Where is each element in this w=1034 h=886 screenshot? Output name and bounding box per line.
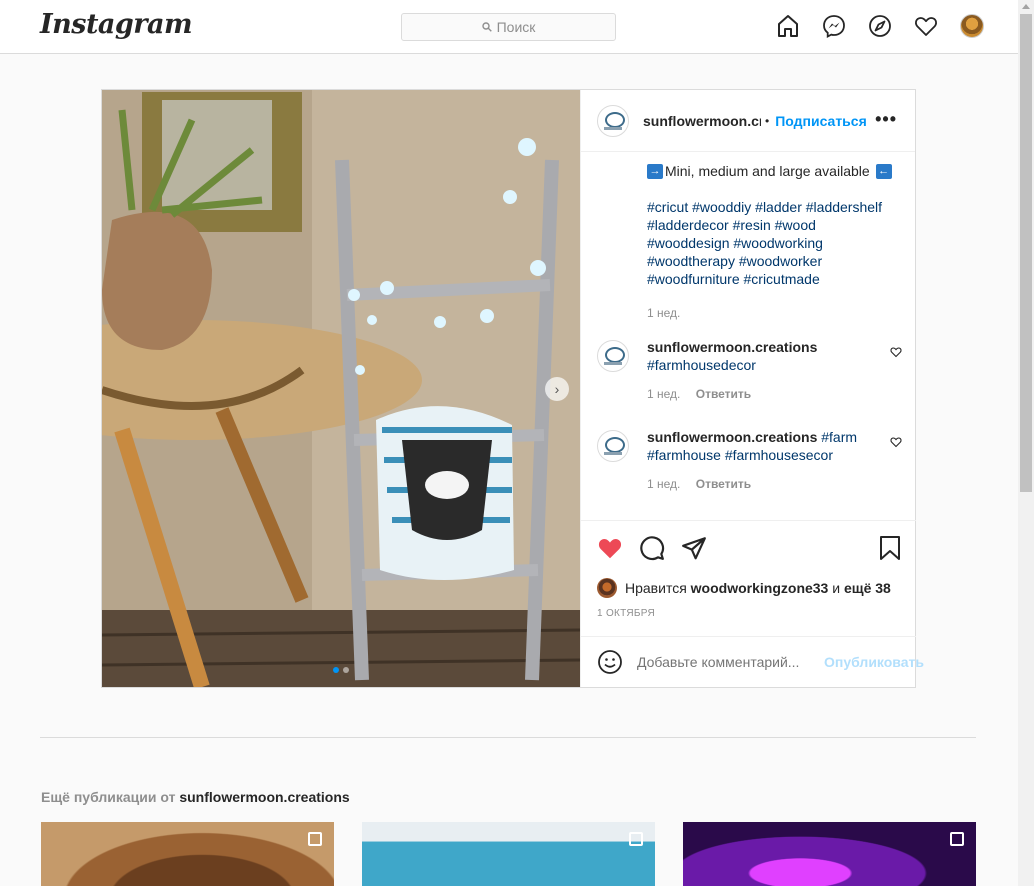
follow-button[interactable]: Подписаться	[775, 113, 867, 129]
save-bookmark-icon[interactable]	[878, 535, 902, 561]
liker-username[interactable]: woodworkingzone33	[691, 580, 829, 596]
messenger-icon[interactable]	[822, 14, 846, 38]
home-icon[interactable]	[776, 14, 800, 38]
more-post-thumbnail[interactable]	[41, 822, 334, 886]
comment-username[interactable]: sunflowermoon.creations	[647, 339, 817, 355]
author-avatar[interactable]	[597, 104, 629, 137]
post-header: sunflowermoon.cre • Подписаться •••	[581, 90, 915, 152]
share-icon[interactable]	[681, 535, 707, 561]
activity-heart-icon[interactable]	[914, 14, 938, 38]
likes-and: и	[832, 580, 841, 596]
post-photo[interactable]: ›	[102, 90, 580, 687]
comment-icon[interactable]	[639, 535, 665, 561]
post-date[interactable]: 1 ОКТЯБРЯ	[597, 608, 655, 619]
commenter-avatar[interactable]	[597, 340, 629, 372]
explore-icon[interactable]	[868, 14, 892, 38]
commenter-avatar[interactable]	[597, 430, 629, 462]
more-from-username[interactable]: sunflowermoon.creations	[179, 789, 349, 805]
comment-meta: 1 нед. Ответить	[647, 477, 902, 491]
likes-prefix: Нравится	[625, 580, 687, 596]
comment: sunflowermoon.creations #farmhousedecor …	[597, 338, 902, 401]
liked-heart-icon[interactable]	[597, 535, 623, 561]
more-post-thumbnail[interactable]	[362, 822, 655, 886]
liker-avatar[interactable]	[597, 578, 617, 598]
comment-time[interactable]: 1 нед.	[647, 477, 680, 491]
instagram-logo[interactable]: Instagram	[40, 9, 193, 40]
more-post-thumbnail[interactable]	[683, 822, 976, 886]
comment-like-heart-icon[interactable]	[890, 346, 902, 358]
multiple-photos-icon	[629, 832, 643, 846]
search-placeholder: Поиск	[496, 19, 536, 35]
more-from-prefix: Ещё публикации от	[41, 789, 176, 805]
post-caption: → Mini, medium and large available ← #cr…	[647, 162, 902, 322]
comment-input[interactable]	[637, 654, 818, 670]
multiple-photos-icon	[950, 832, 964, 846]
comment: sunflowermoon.creations #farm #farmhouse…	[597, 428, 902, 491]
caption-hashtags[interactable]: #cricut #wooddiy #ladder #laddershelf #l…	[647, 198, 902, 288]
likes-others[interactable]: ещё 38	[844, 580, 891, 596]
comment-like-heart-icon[interactable]	[890, 436, 902, 448]
caption-time[interactable]: 1 нед.	[647, 304, 902, 322]
carousel-next-button[interactable]: ›	[545, 377, 569, 401]
carousel-dot	[343, 667, 349, 673]
comment-time[interactable]: 1 нед.	[647, 387, 680, 401]
add-comment-bar: Опубликовать	[581, 636, 924, 687]
post-card: › sunflowermoon.cre • Подписаться ••• → …	[101, 89, 924, 688]
carousel-dots	[333, 667, 349, 673]
multiple-photos-icon	[308, 832, 322, 846]
arrow-right-emoji-icon: →	[647, 163, 663, 179]
scroll-thumb[interactable]	[1020, 14, 1032, 492]
top-nav: Instagram Поиск	[0, 0, 1018, 54]
comment-username[interactable]: sunflowermoon.creations	[647, 429, 817, 445]
separator-dot: •	[765, 113, 770, 128]
arrow-left-emoji-icon: ←	[875, 163, 892, 179]
likes-summary[interactable]: Нравится woodworkingzone33 и ещё 38	[597, 578, 891, 598]
comments-list[interactable]: → Mini, medium and large available ← #cr…	[581, 152, 915, 520]
action-icons	[597, 535, 707, 561]
publish-button[interactable]: Опубликовать	[824, 654, 924, 670]
section-divider	[40, 737, 976, 738]
reply-button[interactable]: Ответить	[696, 387, 751, 401]
search-icon	[481, 22, 492, 32]
comment-body: sunflowermoon.creations #farm #farmhouse…	[647, 428, 867, 464]
scroll-up-arrow-icon[interactable]	[1022, 4, 1030, 9]
more-from-heading: Ещё публикации от sunflowermoon.creation…	[41, 789, 350, 805]
reply-button[interactable]: Ответить	[696, 477, 751, 491]
author-username[interactable]: sunflowermoon.cre	[643, 113, 761, 129]
post-sidebar: sunflowermoon.cre • Подписаться ••• → Mi…	[580, 90, 924, 687]
caption-text: Mini, medium and large available	[665, 163, 870, 179]
comment-text[interactable]: #farmhousedecor	[647, 357, 756, 373]
post-actions: Нравится woodworkingzone33 и ещё 38 1 ОК…	[581, 520, 916, 636]
comment-body: sunflowermoon.creations #farmhousedecor	[647, 338, 867, 374]
caption-line: → Mini, medium and large available ←	[647, 162, 902, 180]
emoji-smile-icon[interactable]	[597, 649, 623, 675]
ladder-photo-image	[102, 90, 580, 687]
profile-avatar[interactable]	[960, 14, 984, 38]
search-box[interactable]: Поиск	[401, 13, 616, 41]
carousel-dot-active	[333, 667, 339, 673]
page-scrollbar[interactable]	[1018, 0, 1034, 886]
nav-icons	[776, 14, 984, 38]
more-options-icon[interactable]: •••	[875, 110, 897, 128]
comment-meta: 1 нед. Ответить	[647, 387, 902, 401]
